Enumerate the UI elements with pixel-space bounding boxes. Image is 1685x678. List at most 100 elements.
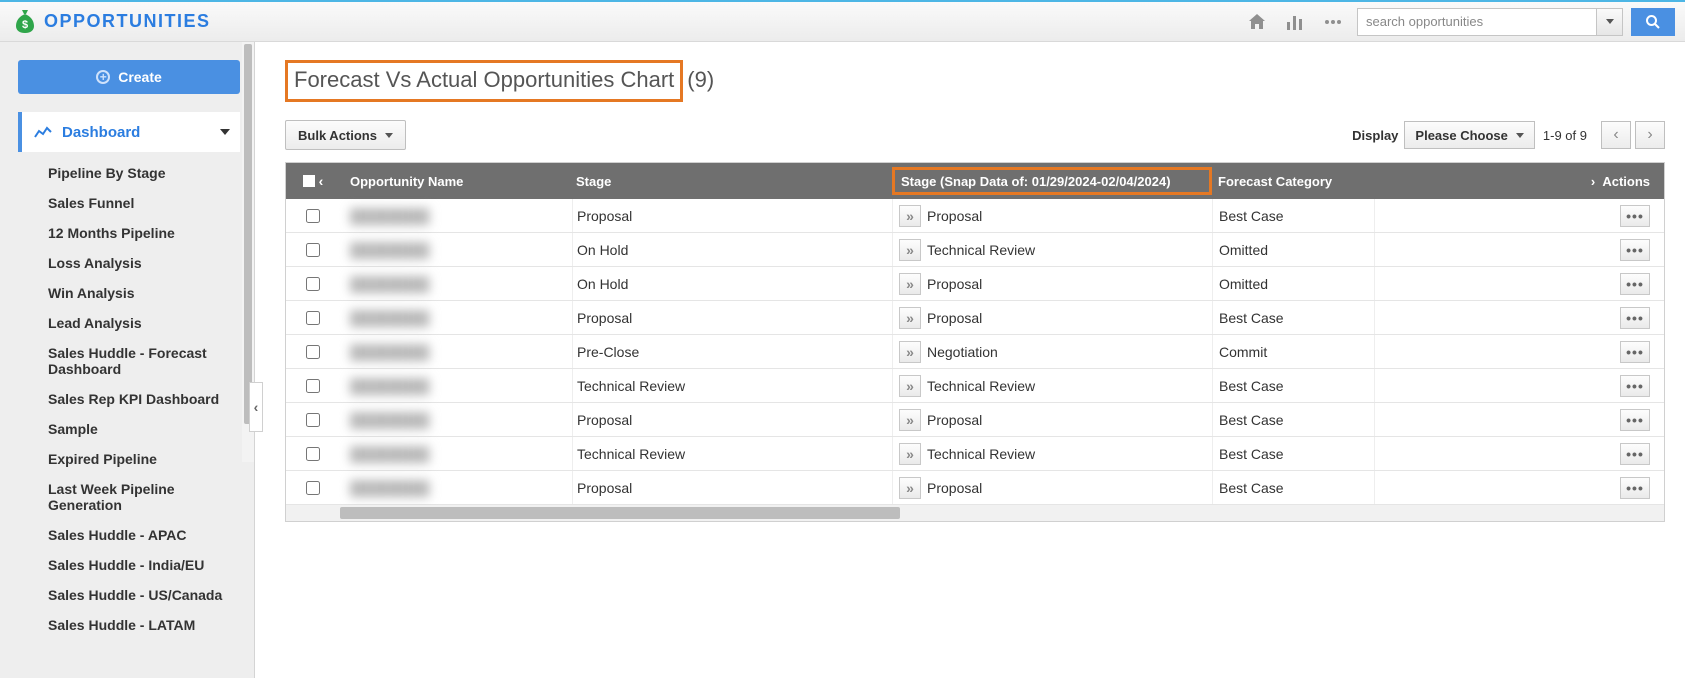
cell-opportunity-name[interactable]: ████████ — [340, 378, 572, 394]
sidebar: + Create Dashboard Pipeline By Stage Sal… — [0, 42, 255, 678]
search-placeholder: search opportunities — [1366, 14, 1483, 29]
cell-forecast-category: Best Case — [1212, 369, 1374, 402]
row-actions-button[interactable]: ••• — [1620, 443, 1650, 465]
double-chevron-right-icon[interactable]: » — [899, 273, 921, 295]
sidebar-item-pipeline-by-stage[interactable]: Pipeline By Stage — [38, 158, 240, 188]
money-bag-icon: $ — [14, 10, 36, 34]
row-checkbox[interactable] — [306, 481, 320, 495]
sidebar-item-loss-analysis[interactable]: Loss Analysis — [38, 248, 240, 278]
double-chevron-right-icon[interactable]: » — [899, 443, 921, 465]
sidebar-item-12-months-pipeline[interactable]: 12 Months Pipeline — [38, 218, 240, 248]
sidebar-item-sales-huddle-forecast[interactable]: Sales Huddle - Forecast Dashboard — [38, 338, 240, 384]
svg-text:$: $ — [22, 19, 28, 31]
double-chevron-right-icon[interactable]: » — [899, 341, 921, 363]
double-chevron-right-icon[interactable]: » — [899, 375, 921, 397]
table-row: ████████Technical Review»Technical Revie… — [286, 369, 1664, 403]
sidebar-item-sample[interactable]: Sample — [38, 414, 240, 444]
double-chevron-right-icon[interactable]: » — [899, 409, 921, 431]
bulk-actions-button[interactable]: Bulk Actions — [285, 120, 406, 150]
table-row: ████████Proposal»ProposalBest Case••• — [286, 403, 1664, 437]
row-actions-button[interactable]: ••• — [1620, 375, 1650, 397]
cell-actions: ••• — [1374, 267, 1664, 300]
cell-opportunity-name[interactable]: ████████ — [340, 276, 572, 292]
header-forecast-category[interactable]: Forecast Category — [1212, 174, 1374, 189]
sidebar-item-lead-analysis[interactable]: Lead Analysis — [38, 308, 240, 338]
cell-stage-snap: »Proposal — [892, 199, 1212, 232]
cell-stage-snap: »Proposal — [892, 403, 1212, 436]
cell-stage-snap-value: Technical Review — [927, 446, 1035, 462]
more-icon[interactable] — [1323, 12, 1343, 32]
cell-opportunity-name[interactable]: ████████ — [340, 208, 572, 224]
app-title: OPPORTUNITIES — [44, 11, 211, 32]
bar-chart-icon[interactable] — [1285, 12, 1305, 32]
double-chevron-right-icon[interactable]: » — [899, 477, 921, 499]
sidebar-parent-dashboard[interactable]: Dashboard — [18, 112, 240, 152]
row-checkbox-cell — [286, 413, 340, 427]
double-chevron-right-icon[interactable]: » — [899, 307, 921, 329]
create-button[interactable]: + Create — [18, 60, 240, 94]
cell-opportunity-name[interactable]: ████████ — [340, 412, 572, 428]
cell-stage: Pre-Close — [572, 335, 892, 368]
row-checkbox-cell — [286, 379, 340, 393]
sidebar-collapse-handle[interactable]: ‹ — [249, 382, 263, 432]
row-actions-button[interactable]: ••• — [1620, 477, 1650, 499]
sidebar-item-sales-huddle-latam[interactable]: Sales Huddle - LATAM — [38, 610, 240, 640]
row-checkbox-cell — [286, 311, 340, 325]
cell-stage-snap: »Technical Review — [892, 369, 1212, 402]
row-actions-button[interactable]: ••• — [1620, 409, 1650, 431]
row-checkbox[interactable] — [306, 413, 320, 427]
pager-next-button[interactable]: › — [1635, 121, 1665, 149]
cell-opportunity-name[interactable]: ████████ — [340, 310, 572, 326]
row-checkbox[interactable] — [306, 345, 320, 359]
sidebar-item-last-week-pipeline[interactable]: Last Week Pipeline Generation — [38, 474, 240, 520]
cell-opportunity-name[interactable]: ████████ — [340, 480, 572, 496]
cell-forecast-category: Best Case — [1212, 471, 1374, 504]
search-button[interactable] — [1631, 8, 1675, 36]
cell-forecast-category: Best Case — [1212, 437, 1374, 470]
sidebar-item-sales-funnel[interactable]: Sales Funnel — [38, 188, 240, 218]
sidebar-item-sales-huddle-apac[interactable]: Sales Huddle - APAC — [38, 520, 240, 550]
double-chevron-right-icon[interactable]: » — [899, 205, 921, 227]
cell-opportunity-name[interactable]: ████████ — [340, 344, 572, 360]
sidebar-item-sales-huddle-us-canada[interactable]: Sales Huddle - US/Canada — [38, 580, 240, 610]
grid-horizontal-scrollbar[interactable] — [286, 505, 1664, 521]
display-choose-dropdown[interactable]: Please Choose — [1404, 121, 1535, 149]
double-chevron-right-icon[interactable]: » — [899, 239, 921, 261]
pager-prev-button[interactable]: ‹ — [1601, 121, 1631, 149]
header-stage-snap[interactable]: Stage (Snap Data of: 01/29/2024-02/04/20… — [892, 167, 1212, 195]
data-grid: ‹ Opportunity Name Stage Stage (Snap Dat… — [285, 162, 1665, 522]
cell-stage-snap: »Proposal — [892, 301, 1212, 334]
search-input[interactable]: search opportunities — [1357, 8, 1597, 36]
row-checkbox[interactable] — [306, 311, 320, 325]
row-checkbox[interactable] — [306, 379, 320, 393]
row-actions-button[interactable]: ••• — [1620, 273, 1650, 295]
row-checkbox[interactable] — [306, 243, 320, 257]
chevron-down-icon — [1516, 133, 1524, 138]
cell-stage-snap-value: Negotiation — [927, 344, 998, 360]
header-checkbox-cell[interactable]: ‹ — [286, 173, 340, 189]
cell-actions: ••• — [1374, 437, 1664, 470]
sidebar-item-expired-pipeline[interactable]: Expired Pipeline — [38, 444, 240, 474]
row-checkbox-cell — [286, 481, 340, 495]
cell-actions: ••• — [1374, 301, 1664, 334]
sidebar-item-sales-huddle-india-eu[interactable]: Sales Huddle - India/EU — [38, 550, 240, 580]
table-row: ████████Proposal»ProposalBest Case••• — [286, 301, 1664, 335]
row-checkbox[interactable] — [306, 277, 320, 291]
row-actions-button[interactable]: ••• — [1620, 307, 1650, 329]
sidebar-item-sales-rep-kpi[interactable]: Sales Rep KPI Dashboard — [38, 384, 240, 414]
sidebar-item-win-analysis[interactable]: Win Analysis — [38, 278, 240, 308]
topbar-brand: $ OPPORTUNITIES — [14, 10, 211, 34]
header-stage[interactable]: Stage — [572, 174, 892, 189]
row-actions-button[interactable]: ••• — [1620, 205, 1650, 227]
cell-opportunity-name[interactable]: ████████ — [340, 242, 572, 258]
row-actions-button[interactable]: ••• — [1620, 239, 1650, 261]
header-actions[interactable]: › Actions — [1374, 174, 1664, 189]
cell-stage: On Hold — [572, 267, 892, 300]
cell-opportunity-name[interactable]: ████████ — [340, 446, 572, 462]
search-dropdown[interactable] — [1597, 8, 1623, 36]
row-checkbox[interactable] — [306, 209, 320, 223]
row-actions-button[interactable]: ••• — [1620, 341, 1650, 363]
row-checkbox[interactable] — [306, 447, 320, 461]
home-icon[interactable] — [1247, 12, 1267, 32]
header-opportunity-name[interactable]: Opportunity Name — [340, 174, 572, 189]
